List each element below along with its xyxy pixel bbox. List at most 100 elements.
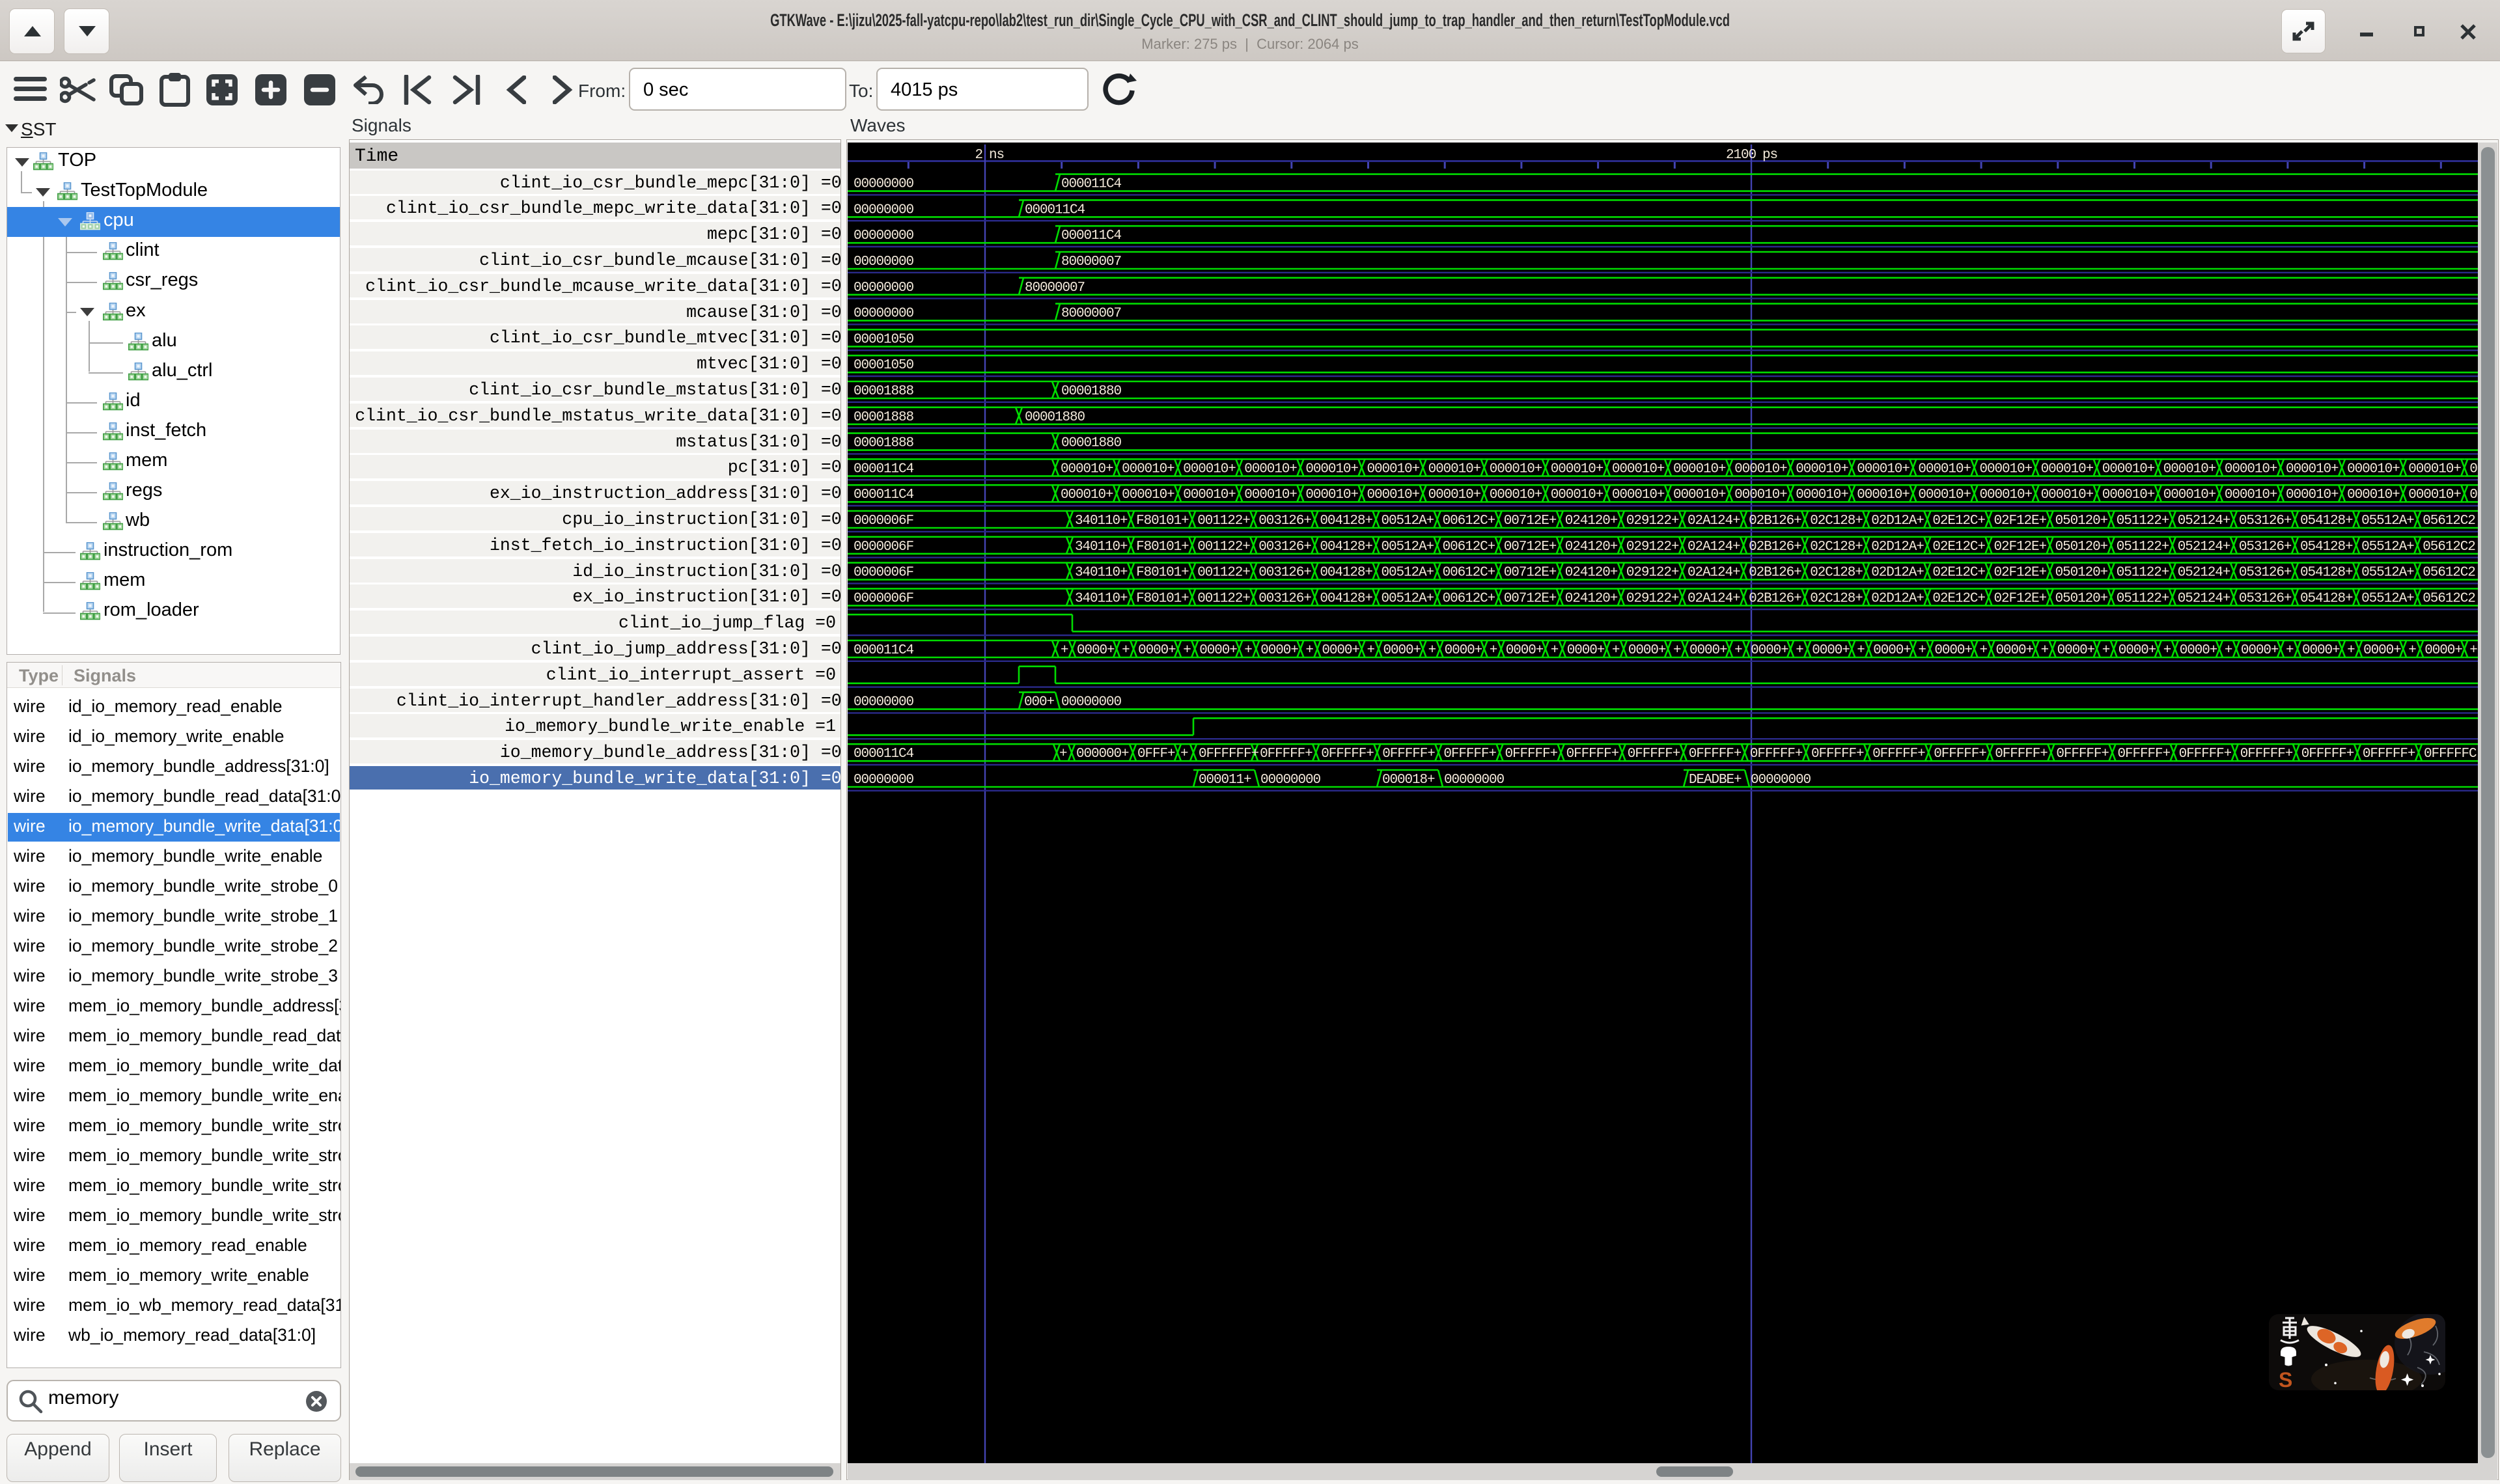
svg-text:02A124+: 02A124+ (1688, 566, 1740, 581)
svg-text:0FFFFF+: 0FFFFF+ (1995, 747, 2048, 762)
svg-text:ns: ns (989, 148, 1004, 163)
svg-text:00000000: 00000000 (1444, 773, 1505, 788)
svg-text:0000+: 0000+ (1383, 643, 1421, 658)
svg-text:003126+: 003126+ (1258, 591, 1311, 606)
svg-text:02B126+: 02B126+ (1749, 514, 1801, 529)
svg-text:02D12A+: 02D12A+ (1871, 566, 1924, 581)
svg-text:00000000: 00000000 (854, 254, 914, 269)
svg-text:00512A+: 00512A+ (1382, 566, 1434, 581)
svg-text:000010+: 000010+ (1551, 488, 1604, 502)
svg-text:0FFFFF+: 0FFFFF+ (1260, 747, 1312, 762)
svg-text:053126+: 053126+ (2239, 591, 2292, 606)
svg-text:0000+: 0000+ (1567, 643, 1605, 658)
svg-text:0000+: 0000+ (2424, 643, 2462, 658)
svg-text:000010+: 000010+ (2041, 461, 2094, 476)
svg-text:05612C2: 05612C2 (2423, 540, 2475, 555)
svg-text:0000+: 0000+ (1873, 643, 1911, 658)
svg-text:02E12C+: 02E12C+ (1932, 591, 1985, 606)
svg-text:00712E+: 00712E+ (1504, 540, 1557, 555)
svg-text:054128+: 054128+ (2300, 514, 2353, 529)
svg-text:000011C4: 000011C4 (854, 643, 914, 658)
svg-text:000010+: 000010+ (2041, 488, 2094, 502)
svg-text:003126+: 003126+ (1258, 514, 1311, 529)
svg-text:0FFFFF+: 0FFFFF+ (2118, 747, 2171, 762)
svg-text:00000000: 00000000 (854, 695, 914, 710)
svg-text:00512A+: 00512A+ (1382, 514, 1434, 529)
svg-text:053126+: 053126+ (2239, 514, 2292, 529)
svg-text:+: + (2163, 643, 2171, 658)
svg-text:340110+: 340110+ (1075, 514, 1128, 529)
svg-text:0000+: 0000+ (1322, 643, 1359, 658)
svg-text:000010+: 000010+ (2347, 488, 2400, 502)
svg-text:0000+: 0000+ (1751, 643, 1788, 658)
svg-text:+: + (1061, 643, 1068, 658)
svg-text:0000+: 0000+ (2363, 643, 2401, 658)
svg-text:02C128+: 02C128+ (1810, 566, 1863, 581)
svg-text:000010+: 000010+ (2408, 488, 2461, 502)
svg-text:000010+: 000010+ (1980, 461, 2033, 476)
svg-text:00001880: 00001880 (1061, 384, 1122, 399)
svg-text:00001880: 00001880 (1025, 410, 1085, 425)
svg-text:050120+: 050120+ (2055, 540, 2108, 555)
svg-text:00000000: 00000000 (854, 281, 914, 295)
svg-text:024120+: 024120+ (1565, 566, 1618, 581)
svg-text:052124+: 052124+ (2178, 514, 2230, 529)
svg-text:000010+: 000010+ (1061, 461, 1113, 476)
svg-text:02D12A+: 02D12A+ (1871, 514, 1924, 529)
svg-text:00000000: 00000000 (854, 773, 914, 788)
svg-text:000+: 000+ (1024, 695, 1055, 710)
svg-text:+: + (1244, 643, 1252, 658)
svg-text:+: + (1551, 643, 1559, 658)
svg-text:000010+: 000010+ (2225, 488, 2277, 502)
svg-text:029122+: 029122+ (1626, 514, 1679, 529)
svg-text:+: + (1918, 643, 1926, 658)
svg-text:000010+: 000010+ (1367, 461, 1420, 476)
svg-text:0FFFFF+: 0FFFFF+ (1382, 747, 1435, 762)
svg-text:00512A+: 00512A+ (1382, 591, 1434, 606)
svg-text:0FFFFF+: 0FFFFF+ (1628, 747, 1680, 762)
svg-text:052124+: 052124+ (2178, 566, 2230, 581)
svg-text:024120+: 024120+ (1565, 540, 1618, 555)
svg-text:05612C2: 05612C2 (2423, 591, 2475, 606)
svg-text:00612C+: 00612C+ (1443, 514, 1495, 529)
svg-text:80000007: 80000007 (1061, 307, 1121, 322)
svg-text:004128+: 004128+ (1320, 591, 1372, 606)
svg-text:024120+: 024120+ (1565, 514, 1618, 529)
svg-text:0FFFFF+: 0FFFFF+ (1443, 747, 1496, 762)
svg-text:000010+: 000010+ (1857, 461, 1910, 476)
svg-text:0000006F: 0000006F (854, 566, 914, 581)
svg-text:05512A+: 05512A+ (2361, 540, 2414, 555)
svg-text:02D12A+: 02D12A+ (1871, 591, 1924, 606)
svg-text:F80101+: F80101+ (1136, 566, 1189, 581)
svg-text:00712E+: 00712E+ (1504, 514, 1557, 529)
svg-text:050120+: 050120+ (2055, 566, 2108, 581)
svg-text:02F12E+: 02F12E+ (1994, 591, 2047, 606)
svg-text:052124+: 052124+ (2178, 540, 2230, 555)
svg-text:001122+: 001122+ (1197, 591, 1250, 606)
svg-text:053126+: 053126+ (2239, 566, 2292, 581)
svg-text:050120+: 050120+ (2055, 514, 2108, 529)
svg-text:00000000: 00000000 (854, 307, 914, 322)
svg-text:0FFFFF+: 0FFFFF+ (1872, 747, 1925, 762)
svg-text:+: + (2469, 643, 2477, 658)
svg-text:00001888: 00001888 (854, 410, 914, 425)
svg-text:00612C+: 00612C+ (1443, 566, 1495, 581)
svg-text:0FFFFF+: 0FFFFF+ (1811, 747, 1864, 762)
svg-text:0: 0 (2469, 461, 2477, 476)
svg-text:000010+: 000010+ (1796, 488, 1848, 502)
svg-text:+: + (1490, 643, 1497, 658)
svg-text:0000+: 0000+ (1199, 643, 1237, 658)
svg-text:+: + (1673, 643, 1681, 658)
svg-text:0000+: 0000+ (2180, 643, 2217, 658)
svg-text:0FFFFF+: 0FFFFF+ (1566, 747, 1619, 762)
svg-text:00000000: 00000000 (854, 228, 914, 243)
svg-text:000010+: 000010+ (1061, 488, 1113, 502)
svg-text:000010+: 000010+ (2102, 488, 2155, 502)
svg-text:0000+: 0000+ (2118, 643, 2156, 658)
svg-text:000010+: 000010+ (2286, 488, 2339, 502)
svg-text:+: + (1980, 643, 1988, 658)
svg-text:000010+: 000010+ (1428, 488, 1481, 502)
svg-text:F80101+: F80101+ (1136, 540, 1189, 555)
svg-text:0: 0 (2469, 488, 2477, 502)
svg-text:0FFF+: 0FFF+ (1137, 747, 1175, 762)
